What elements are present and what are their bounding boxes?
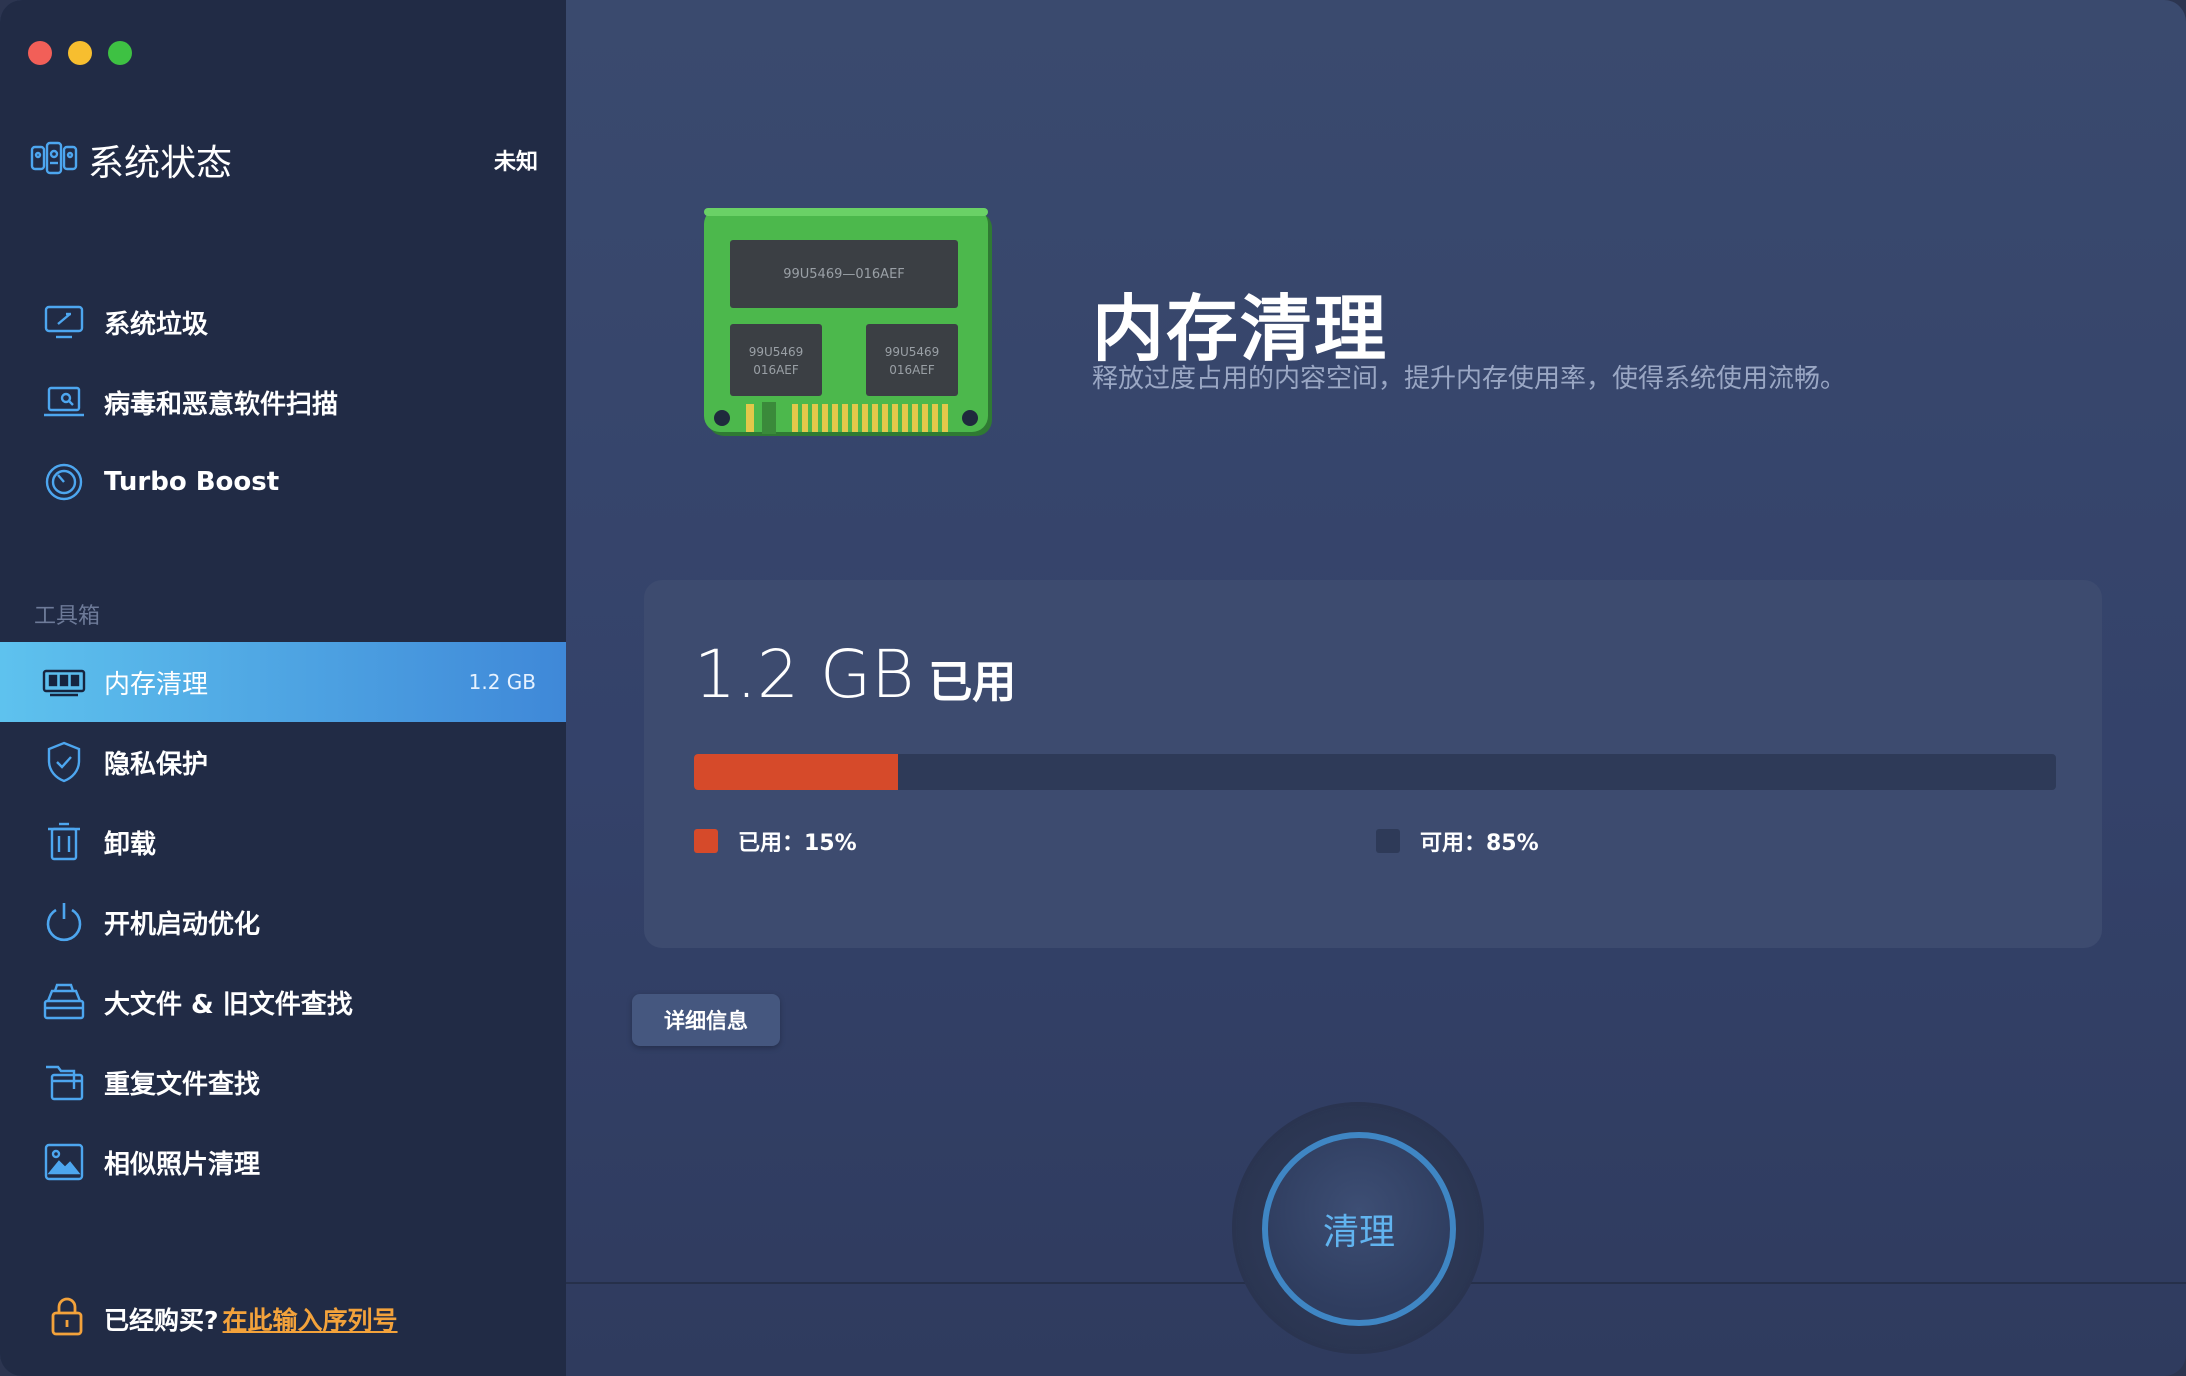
legend-used-label: 已用：15%: [738, 831, 857, 856]
system-status-title: 系统状态: [88, 143, 233, 184]
chip-label-left-1: 99U5469: [749, 345, 804, 359]
ram-chip-illustration: 99U5469—016AEF 99U5469 016AEF 99U5469 01…: [700, 206, 1000, 450]
close-window-button[interactable]: [28, 41, 52, 65]
sidebar-item-memory-clean[interactable]: 内存清理 1.2 GB: [0, 642, 566, 722]
system-status-row[interactable]: 系统状态 未知: [30, 132, 538, 188]
minimize-window-button[interactable]: [68, 41, 92, 65]
sidebar-item-label: Turbo Boost: [104, 467, 280, 497]
system-status-icon: [30, 141, 78, 179]
sidebar-item-privacy[interactable]: 隐私保护: [0, 722, 566, 802]
chip-label-main: 99U5469—016AEF: [783, 267, 905, 282]
duplicate-folder-icon: [42, 1060, 86, 1104]
memory-used-badge: 1.2 GB: [468, 670, 536, 694]
memory-used-amount: 1.2 GB 已用: [694, 636, 1016, 713]
legend-used: 已用：15%: [694, 825, 857, 857]
clean-button[interactable]: 清理: [1262, 1132, 1456, 1326]
sidebar-item-label: 相似照片清理: [104, 1149, 261, 1180]
sidebar-item-label: 病毒和恶意软件扫描: [104, 389, 339, 420]
sidebar-item-label: 大文件 & 旧文件查找: [104, 989, 353, 1020]
memory-icon: [42, 660, 86, 704]
memory-usage-card: 1.2 GB 已用 已用：15% 可用：85%: [644, 580, 2102, 948]
sidebar-item-label: 开机启动优化: [104, 909, 261, 940]
zoom-window-button[interactable]: [108, 41, 132, 65]
memory-used-suffix: 已用: [928, 657, 1017, 708]
sidebar-item-label: 卸载: [104, 829, 157, 860]
system-status-value: 未知: [493, 150, 538, 175]
purchase-text: 已经购买?: [104, 1306, 219, 1335]
sidebar-item-label: 隐私保护: [104, 749, 209, 780]
sidebar-item-startup[interactable]: 开机启动优化: [0, 882, 566, 962]
memory-usage-bar: [694, 754, 2056, 790]
sidebar-item-label: 系统垃圾: [104, 309, 209, 340]
sidebar-item-virus-scan[interactable]: 病毒和恶意软件扫描: [0, 362, 566, 442]
app-window: 系统状态 未知 系统垃圾 病毒和恶意软件扫描 Turbo Boost 工具箱 内…: [0, 0, 2186, 1376]
photo-icon: [42, 1140, 86, 1184]
sidebar: 系统状态 未知 系统垃圾 病毒和恶意软件扫描 Turbo Boost 工具箱 内…: [0, 0, 566, 1376]
sidebar-item-turbo-boost[interactable]: Turbo Boost: [0, 442, 566, 522]
laptop-scan-icon: [42, 380, 86, 424]
page-subtitle: 释放过度占用的内容空间，提升内存使用率，使得系统使用流畅。: [1092, 364, 1847, 394]
file-box-icon: [42, 980, 86, 1024]
memory-used-value: 1.2 GB: [694, 636, 915, 713]
window-controls: [28, 41, 132, 65]
chip-label-right-1: 99U5469: [885, 345, 940, 359]
sidebar-item-uninstall[interactable]: 卸载: [0, 802, 566, 882]
power-icon: [42, 900, 86, 944]
sidebar-item-large-files[interactable]: 大文件 & 旧文件查找: [0, 962, 566, 1042]
memory-usage-bar-fill: [694, 754, 899, 790]
shield-check-icon: [42, 740, 86, 784]
toolbox-section-label: 工具箱: [34, 604, 101, 629]
sidebar-item-duplicates[interactable]: 重复文件查找: [0, 1042, 566, 1122]
details-button[interactable]: 详细信息: [632, 994, 780, 1046]
lock-icon: [50, 1296, 84, 1342]
legend-free-swatch: [1376, 829, 1400, 853]
chip-label-left-2: 016AEF: [753, 363, 799, 377]
sidebar-item-system-junk[interactable]: 系统垃圾: [0, 282, 566, 362]
main-panel: 99U5469—016AEF 99U5469 016AEF 99U5469 01…: [566, 0, 2186, 1376]
sidebar-item-label: 重复文件查找: [104, 1069, 261, 1100]
trash-icon: [42, 820, 86, 864]
enter-serial-link[interactable]: 在此输入序列号: [223, 1301, 398, 1337]
speedometer-icon: [42, 460, 86, 504]
purchase-prompt: 已经购买? 在此输入序列号: [50, 1296, 398, 1342]
legend-free-label: 可用：85%: [1420, 831, 1539, 856]
chip-label-right-2: 016AEF: [889, 363, 935, 377]
sidebar-item-similar-photos[interactable]: 相似照片清理: [0, 1122, 566, 1202]
sidebar-item-label: 内存清理: [104, 669, 209, 700]
monitor-broom-icon: [42, 300, 86, 344]
legend-used-swatch: [694, 829, 718, 853]
legend-free: 可用：85%: [1376, 825, 1539, 857]
